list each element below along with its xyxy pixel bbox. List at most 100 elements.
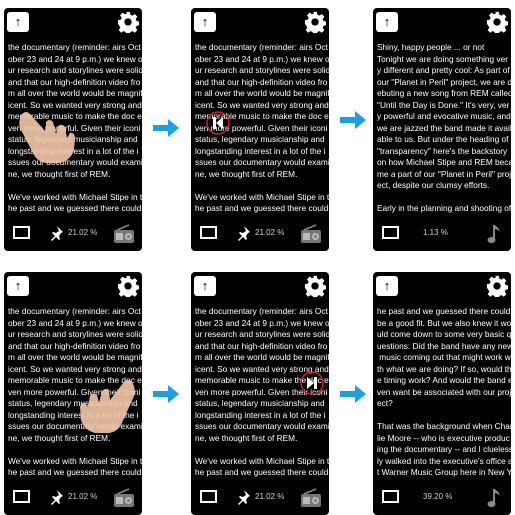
radio-icon[interactable] — [113, 224, 135, 244]
back-button[interactable]: ↑ — [194, 276, 216, 296]
bottom-bar: 21.02 % — [4, 217, 142, 251]
back-button[interactable]: ↑ — [7, 276, 29, 296]
progress-percent: 21.02 % — [68, 492, 98, 501]
text-line — [195, 444, 329, 456]
bottom-bar: 21.02 % — [191, 217, 329, 251]
text-line: ur research and storylines were solid — [195, 65, 329, 75]
top-bar: ↑ — [4, 272, 142, 302]
text-line: th what we are doing? If so, would th — [377, 363, 511, 374]
text-line: y different and pretty cool: As part of — [377, 65, 510, 75]
text-line — [8, 180, 142, 192]
radio-icon[interactable] — [113, 488, 135, 508]
article-text[interactable]: he past and we guessed there could be a g… — [377, 306, 511, 478]
text-line: he past and we guessed there could — [8, 467, 142, 477]
reader-screen-2: ↑ the documentary (reminder: airs Oct obe… — [191, 8, 329, 251]
page-view-icon[interactable] — [382, 490, 399, 503]
gear-icon[interactable] — [486, 11, 508, 33]
text-line: ebuting a new song from REM called — [377, 88, 511, 98]
text-line: Shiny, happy people ... or not — [377, 42, 485, 52]
text-line — [8, 444, 142, 456]
text-line: We've worked with Michael Stipe in t — [195, 455, 329, 466]
text-line: ober 23 and 24 at 9 p.m.) we knew o — [8, 317, 142, 328]
page-view-icon[interactable] — [13, 490, 30, 503]
page-view-icon[interactable] — [13, 226, 30, 239]
back-button[interactable]: ↑ — [376, 12, 398, 32]
article-text[interactable]: Shiny, happy people ... or not Tonight we… — [377, 42, 511, 214]
radio-icon[interactable] — [300, 488, 322, 508]
flow-arrow — [340, 111, 366, 129]
text-line: lie Moore -- who is executive produc — [377, 432, 510, 443]
text-line: m all over the world would be magnif — [195, 88, 329, 98]
text-line: ven want be associated with our proj — [377, 386, 511, 397]
text-line: ur research and storylines were solid — [195, 329, 329, 339]
bottom-bar: 21.02 % — [4, 481, 142, 515]
page-view-icon[interactable] — [200, 490, 217, 503]
music-note-icon[interactable] — [487, 223, 503, 245]
page-view-icon[interactable] — [382, 226, 399, 239]
text-line: ssues our documentary would exami — [195, 157, 329, 167]
text-line: ur research and storylines were solid — [8, 65, 142, 75]
text-line: We've worked with Michael Stipe in t — [195, 191, 329, 202]
progress-percent: 1.13 % — [423, 228, 448, 237]
text-line: on how Michael Stipe and REM beca — [377, 157, 511, 167]
back-button[interactable]: ↑ — [7, 12, 29, 32]
text-line: me a part of our "Planet in Peril" proj — [377, 168, 511, 179]
text-line: ect? — [377, 398, 393, 408]
flow-arrow — [153, 385, 179, 403]
gear-icon[interactable] — [486, 275, 508, 297]
bottom-bar: 1.13 % — [373, 217, 511, 251]
pushpin-icon[interactable] — [48, 225, 64, 241]
reader-screen-6: ↑ he past and we guessed there could be a… — [373, 272, 511, 515]
text-line: ing the documentary -- and I clueless — [377, 444, 511, 454]
page-turn-marker-icon — [300, 371, 324, 395]
radio-icon[interactable] — [300, 224, 322, 244]
text-line: music coming out that might work wi — [377, 352, 511, 362]
text-line: icent. So we wanted very strong and — [8, 363, 142, 374]
text-line: and that our high-definition video fro — [8, 76, 141, 87]
text-line: he past and we guessed there could — [195, 203, 329, 213]
text-line: ne, we thought first of REM. — [195, 168, 298, 179]
text-line: and that our high-definition video fro — [8, 340, 141, 351]
text-line: we are jazzed the band made it avail — [377, 122, 511, 133]
music-note-icon[interactable] — [487, 487, 503, 509]
top-bar: ↑ — [373, 8, 511, 38]
gear-icon[interactable] — [117, 275, 139, 297]
text-line: ne, we thought first of REM. — [195, 432, 298, 443]
flow-arrow — [340, 385, 366, 403]
text-line: We've worked with Michael Stipe in t — [8, 191, 142, 202]
text-line — [377, 410, 511, 422]
pushpin-icon[interactable] — [235, 225, 251, 241]
pushpin-icon[interactable] — [235, 489, 251, 505]
text-line: ly walked into the executive's office a — [377, 455, 511, 466]
text-line: ssues our documentary would exami — [195, 421, 329, 431]
text-line: and that our high-definition video fro — [195, 76, 328, 87]
pushpin-icon[interactable] — [48, 489, 64, 505]
text-line: the documentary (reminder: airs Oct — [8, 42, 141, 52]
text-line: e timing work? And would the band e — [377, 375, 511, 385]
back-button[interactable]: ↑ — [376, 276, 398, 296]
back-button[interactable]: ↑ — [194, 12, 216, 32]
page-view-icon[interactable] — [200, 226, 217, 239]
text-line: the documentary (reminder: airs Oct — [195, 306, 328, 316]
top-bar: ↑ — [191, 8, 329, 38]
page-turn-marker-icon — [206, 111, 230, 135]
text-line: and that our high-definition video fro — [195, 340, 328, 351]
text-line: Early in the planning and shooting of — [377, 203, 511, 213]
text-line: ober 23 and 24 at 9 p.m.) we knew o — [195, 53, 329, 64]
gear-icon[interactable] — [117, 11, 139, 33]
text-line: the documentary (reminder: airs Oct — [8, 306, 141, 316]
gear-icon[interactable] — [304, 275, 326, 297]
gear-icon[interactable] — [304, 11, 326, 33]
text-line: "Until the Day is Done." It's very, ver — [377, 99, 510, 110]
text-line: longstanding interest in a lot of the i — [195, 409, 326, 420]
text-line: ober 23 and 24 at 9 p.m.) we knew o — [8, 53, 142, 64]
flow-arrow — [153, 119, 179, 137]
text-line: ur research and storylines were solid — [8, 329, 142, 339]
text-line: longstanding interest in a lot of the i — [195, 145, 326, 156]
text-line: m all over the world would be magnif — [8, 352, 142, 362]
text-line: t Warner Music Group here in New Y — [377, 467, 511, 477]
text-line: uestions: Did the band have any new — [377, 340, 511, 351]
bottom-bar: 21.02 % — [191, 481, 329, 515]
text-line: "transparency" here's the backstory — [377, 145, 508, 156]
touch-hand-icon — [80, 380, 135, 433]
